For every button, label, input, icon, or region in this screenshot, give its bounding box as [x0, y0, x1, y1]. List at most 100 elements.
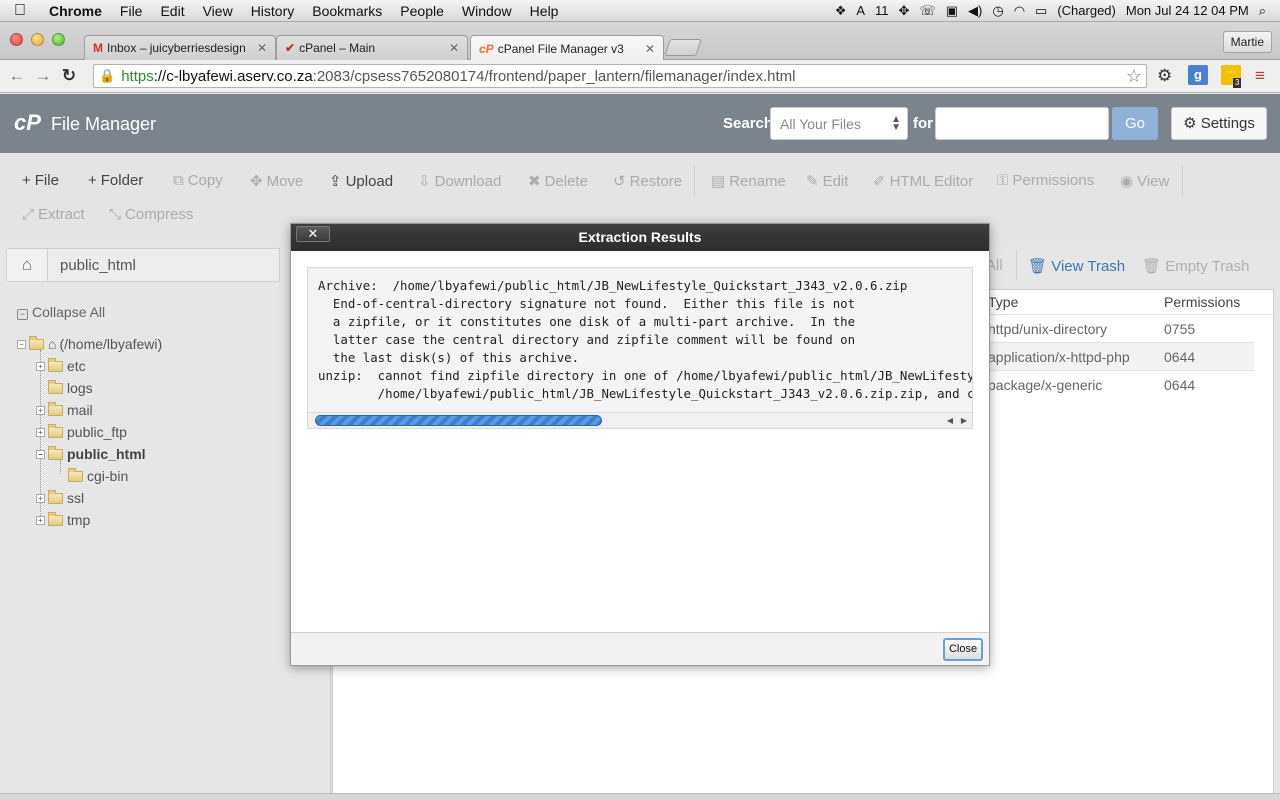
collapse-toggle-icon[interactable]: − — [17, 339, 26, 349]
tree-item-mail[interactable]: + mail — [36, 401, 93, 418]
clock[interactable]: Mon Jul 24 12 04 PM — [1126, 3, 1249, 18]
extraction-output[interactable]: Archive: /home/lbyafewi/public_html/JB_N… — [307, 267, 973, 429]
edit-button[interactable]: ✎ Edit — [806, 172, 848, 190]
collapse-toggle-icon[interactable]: − — [36, 449, 45, 459]
delete-button[interactable]: ✖ Delete — [528, 172, 588, 190]
tab-close-icon[interactable]: ✕ — [449, 41, 459, 55]
tree-item-cgi-bin[interactable]: cgi-bin — [68, 467, 128, 484]
tab-close-icon[interactable]: ✕ — [645, 42, 655, 56]
folder-open-icon — [48, 445, 63, 460]
tree-item-etc[interactable]: + etc — [36, 357, 86, 374]
permissions-button[interactable]: ⚿ Permissions — [997, 172, 1094, 189]
menu-view[interactable]: View — [194, 3, 242, 19]
button-label: Rename — [729, 173, 786, 190]
html-editor-button[interactable]: ✐ HTML Editor — [873, 172, 973, 190]
reload-icon[interactable]: ↻ — [56, 66, 82, 86]
cpanel-logo-icon: cP — [479, 41, 494, 56]
view-trash-link[interactable]: 🗑 View Trash — [1028, 257, 1125, 275]
gear-icon[interactable]: ⚙ — [1157, 66, 1172, 86]
expand-toggle-icon[interactable]: + — [36, 361, 45, 371]
tree-item-public-ftp[interactable]: + public_ftp — [36, 423, 127, 440]
phone-icon[interactable]: ☏ — [919, 3, 935, 19]
zoom-window-button[interactable] — [52, 33, 65, 46]
new-folder-button[interactable]: + Folder — [88, 172, 143, 189]
download-button[interactable]: ⇩ Download — [418, 172, 501, 190]
move-button[interactable]: ✥ Move — [250, 172, 303, 190]
column-header-type[interactable]: Type — [988, 294, 1018, 310]
new-file-button[interactable]: + File — [22, 172, 59, 189]
scroll-right-arrow-icon[interactable]: ▶ — [958, 414, 970, 427]
search-scope-select[interactable]: All Your Files ▲ ▼ — [770, 107, 908, 140]
copy-button[interactable]: ⧉ Copy — [173, 172, 223, 189]
cpanel-logo[interactable]: cP — [14, 110, 41, 136]
chrome-menu-icon[interactable]: ≡ — [1255, 66, 1265, 86]
move-icon[interactable]: ✥ — [899, 3, 910, 19]
tree-item-tmp[interactable]: + tmp — [36, 511, 90, 528]
time-machine-icon[interactable]: ◷ — [992, 3, 1003, 19]
menu-chrome[interactable]: Chrome — [40, 3, 111, 19]
minimize-window-button[interactable] — [31, 33, 44, 46]
dialog-close-icon[interactable]: ✕ — [296, 226, 330, 242]
close-button[interactable]: Close — [943, 638, 983, 661]
expand-toggle-icon[interactable]: + — [36, 405, 45, 415]
apple-icon[interactable]:  — [0, 2, 40, 20]
close-window-button[interactable] — [10, 33, 23, 46]
menu-help[interactable]: Help — [521, 3, 568, 19]
profile-button[interactable]: Martie — [1222, 31, 1272, 53]
tree-item-logs[interactable]: logs — [48, 379, 93, 396]
scroll-left-arrow-icon[interactable]: ◀ — [944, 414, 956, 427]
new-tab-button[interactable] — [664, 39, 702, 56]
path-input[interactable]: public_html — [48, 248, 280, 282]
tree-item-ssl[interactable]: + ssl — [36, 489, 84, 506]
expand-toggle-icon[interactable]: + — [36, 427, 45, 437]
output-line: the last disk(s) of this archive. — [318, 350, 580, 365]
home-icon[interactable]: ⌂ — [6, 248, 48, 282]
collapse-all-link[interactable]: − Collapse All — [17, 304, 105, 320]
empty-trash-link[interactable]: 🗑 Empty Trash — [1142, 257, 1249, 275]
spotlight-icon[interactable]: ⌕ — [1259, 3, 1266, 19]
menu-history[interactable]: History — [242, 3, 304, 19]
tab-cpanel-main[interactable]: ✔ cPanel – Main ✕ — [276, 35, 468, 60]
upload-button[interactable]: ⇪ Upload — [329, 172, 393, 190]
adobe-icon[interactable]: A — [856, 3, 865, 18]
menu-people[interactable]: People — [391, 3, 453, 19]
column-header-permissions[interactable]: Permissions — [1164, 294, 1240, 310]
wifi-icon[interactable]: ◠ — [1014, 3, 1025, 19]
tree-root[interactable]: − ⌂ (/home/lbyafewi) — [17, 335, 162, 352]
expand-toggle-icon[interactable]: + — [36, 515, 45, 525]
menu-window[interactable]: Window — [453, 3, 521, 19]
menu-bookmarks[interactable]: Bookmarks — [303, 3, 391, 19]
go-button[interactable]: Go — [1112, 107, 1158, 140]
settings-button[interactable]: ⚙ Settings — [1171, 107, 1267, 140]
tab-close-icon[interactable]: ✕ — [257, 41, 267, 55]
forward-icon[interactable]: → — [30, 66, 56, 86]
bookmark-star-icon[interactable]: ☆ — [1126, 66, 1142, 87]
google-extension-icon[interactable]: g — [1188, 65, 1208, 85]
tab-label: Inbox – juicyberriesdesign — [107, 41, 246, 55]
scrollbar-thumb[interactable] — [315, 415, 602, 426]
url-field[interactable]: 🔒 https ://c-lbyafewi.aserv.co.za :2083/… — [93, 64, 1147, 88]
battery-icon[interactable]: ▭ — [1035, 3, 1047, 19]
dropbox-icon[interactable]: ❖ — [835, 3, 847, 19]
table-row[interactable]: application/x-httpd-php 0644 — [986, 343, 1254, 370]
volume-icon[interactable]: ◀) — [968, 3, 982, 19]
tab-inbox[interactable]: M Inbox – juicyberriesdesign ✕ — [84, 35, 276, 60]
extract-button[interactable]: ⤢ Extract — [22, 206, 85, 223]
tree-item-public-html[interactable]: − public_html — [36, 445, 146, 462]
search-scope-value: All Your Files — [780, 116, 861, 132]
expand-toggle-icon[interactable]: + — [36, 493, 45, 503]
view-button[interactable]: ◉ View — [1120, 172, 1169, 190]
search-input[interactable] — [935, 107, 1109, 140]
url-path: :2083/cpsess7652080174/frontend/paper_la… — [312, 67, 796, 85]
toolbar-divider — [694, 165, 695, 197]
compress-button[interactable]: ⤡ Compress — [109, 206, 193, 223]
menu-edit[interactable]: Edit — [151, 3, 193, 19]
rename-button[interactable]: ▤ Rename — [711, 172, 786, 190]
menu-file[interactable]: File — [111, 3, 152, 19]
horizontal-scrollbar[interactable]: ◀ ▶ — [308, 412, 972, 428]
button-label: Restore — [629, 173, 683, 190]
tab-file-manager[interactable]: cP cPanel File Manager v3 ✕ — [470, 35, 664, 61]
display-icon[interactable]: ▣ — [946, 3, 958, 19]
back-icon[interactable]: ← — [4, 66, 30, 86]
restore-button[interactable]: ↺ Restore — [613, 172, 682, 190]
